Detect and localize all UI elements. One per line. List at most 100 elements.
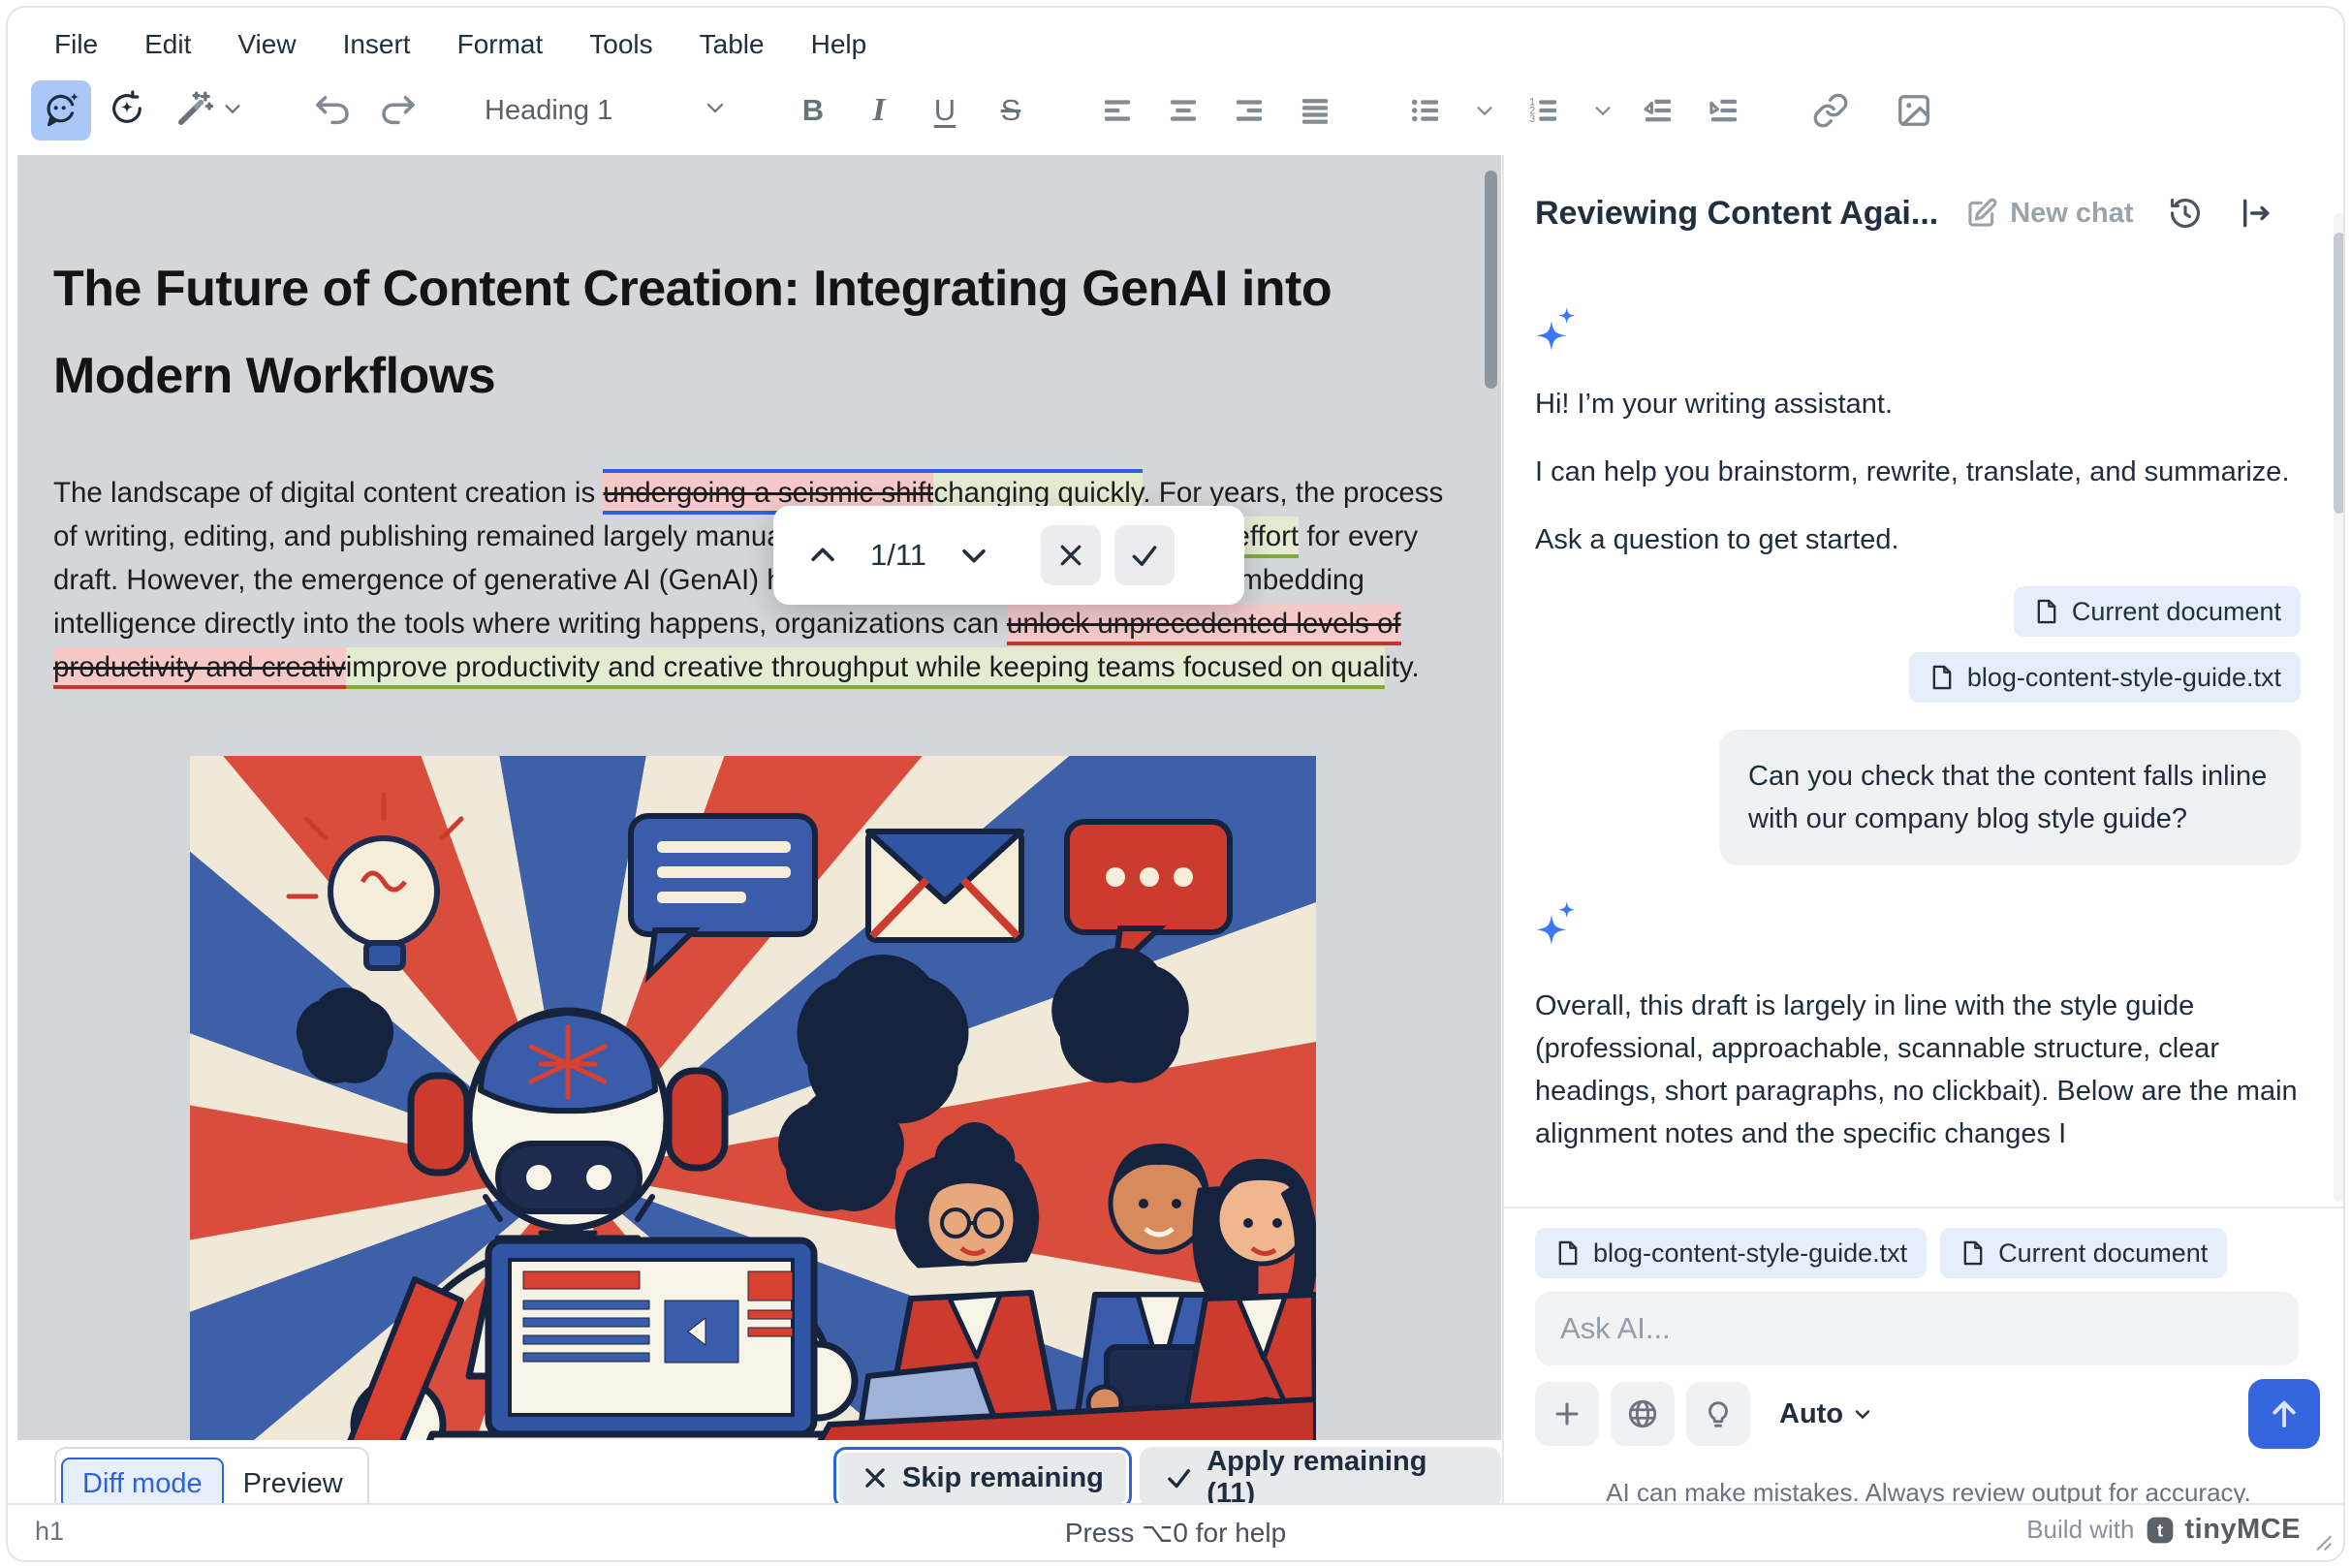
numbered-list-button[interactable]: 123 [1510,80,1578,141]
strikethrough-button[interactable]: S [981,80,1041,141]
suggestions-button[interactable] [1686,1382,1750,1446]
link-icon [1812,92,1849,129]
ai-greeting-line: I can help you brainstorm, rewrite, tran… [1535,451,2301,493]
chat-messages: Hi! I’m your writing assistant.I can hel… [1535,271,2301,1205]
composer-actions: Auto [1535,1379,1874,1449]
next-change-button[interactable] [948,529,1000,581]
editor-scrollbar[interactable] [1485,163,1498,1432]
magic-wand-icon [175,89,214,133]
menu-item-view[interactable]: View [218,23,315,66]
context-chip[interactable]: blog-content-style-guide.txt [1535,1228,1927,1278]
ask-ai-input[interactable] [1535,1292,2299,1365]
send-button[interactable] [2248,1379,2320,1449]
editor-scrollbar-thumb[interactable] [1485,171,1497,389]
ai-review-button[interactable] [97,80,157,141]
context-chip-label: Current document [2072,597,2281,627]
document-icon [1928,664,1956,691]
menu-item-help[interactable]: Help [792,23,887,66]
menu-item-file[interactable]: File [35,23,117,66]
check-icon [1165,1463,1193,1492]
diff-mode-tab[interactable]: Diff mode [61,1458,224,1510]
close-icon [862,1464,889,1491]
align-left-button[interactable] [1087,80,1147,141]
document-image[interactable] [190,756,1316,1440]
chat-scrollbar-thumb[interactable] [2334,233,2345,514]
ai-greeting-line: Ask a question to get started. [1535,518,2301,561]
block-format-select[interactable]: Heading 1 [475,80,737,141]
new-chat-icon [1965,197,1998,230]
bullet-list-options-button[interactable] [1465,80,1504,141]
collapse-panel-button[interactable] [2237,195,2273,232]
document-title[interactable]: The Future of Content Creation: Integrat… [53,245,1352,420]
link-button[interactable] [1801,80,1861,141]
tinymce-brand-label: tinyMCE [2185,1514,2302,1546]
align-left-icon [1099,92,1136,129]
chevron-down-icon [1592,100,1614,121]
preview-tab[interactable]: Preview [224,1459,362,1508]
ai-shortcuts-button[interactable] [163,80,256,141]
ai-response: Overall, this draft is largely in line w… [1535,985,2301,1155]
web-search-button[interactable] [1611,1382,1675,1446]
branding[interactable]: Build with t tinyMCE [2026,1514,2301,1546]
add-attachment-button[interactable] [1535,1382,1599,1446]
status-bar: h1 Press ⌥0 for help Build with t tinyMC… [8,1503,2343,1560]
reject-change-button[interactable] [1041,525,1101,585]
italic-button[interactable]: I [849,80,909,141]
context-chip[interactable]: Current document [2014,586,2301,637]
align-center-icon [1165,92,1202,129]
ai-review-icon [108,89,146,133]
undo-button[interactable] [302,80,362,141]
indent-button[interactable] [1694,80,1754,141]
chat-history-button[interactable] [2167,195,2204,232]
model-mode-select[interactable]: Auto [1779,1398,1874,1430]
strikethrough-icon: S [1001,93,1021,128]
chevron-up-icon [806,539,839,572]
italic-icon: I [872,92,885,129]
outdent-button[interactable] [1628,80,1688,141]
model-mode-value: Auto [1779,1398,1843,1430]
chevron-down-icon [1474,100,1495,121]
chat-scrollbar[interactable] [2334,213,2345,1202]
new-chat-button[interactable]: New chat [1965,197,2133,230]
menu-item-format[interactable]: Format [438,23,563,66]
context-chip-label: Current document [1998,1239,2208,1269]
underline-icon: U [934,93,956,128]
ai-chat-icon [42,89,80,133]
change-counter: 1/11 [862,538,934,573]
plus-icon [1551,1397,1583,1430]
align-center-button[interactable] [1153,80,1213,141]
ai-assistant-button[interactable] [31,80,91,141]
skip-remaining-button[interactable]: Skip remaining [833,1447,1132,1509]
lightbulb-icon [1702,1397,1735,1430]
editor-content-area[interactable]: The Future of Content Creation: Integrat… [17,155,1501,1440]
block-format-value: Heading 1 [485,95,612,127]
menu-item-insert[interactable]: Insert [324,23,430,66]
accept-change-button[interactable] [1114,525,1175,585]
chat-composer: blog-content-style-guide.txt Current docu… [1504,1207,2345,1521]
numbered-list-options-button[interactable] [1583,80,1622,141]
menu-item-table[interactable]: Table [680,23,784,66]
previous-change-button[interactable] [797,529,849,581]
history-icon [2167,195,2204,232]
underline-button[interactable]: U [915,80,975,141]
context-chip[interactable]: blog-content-style-guide.txt [1909,652,2301,703]
menu-item-edit[interactable]: Edit [125,23,210,66]
document-paragraph[interactable]: The landscape of digital content creatio… [53,471,1457,689]
bold-button[interactable]: B [783,80,843,141]
context-chip[interactable]: Current document [1940,1228,2227,1278]
menu-item-tools[interactable]: Tools [570,23,672,66]
menu-bar: FileEditViewInsertFormatToolsTableHelp [35,21,886,68]
apply-remaining-button[interactable]: Apply remaining (11) [1140,1447,1501,1509]
bullet-list-icon [1407,92,1444,129]
resize-grip-icon[interactable] [2308,1527,2334,1552]
insert-image-button[interactable] [1884,80,1944,141]
ai-chat-panel: Reviewing Content Agai... New chat [1504,155,2345,1520]
tinymce-logo-icon: t [2145,1515,2176,1546]
align-justify-button[interactable] [1285,80,1345,141]
bullet-list-button[interactable] [1392,80,1459,141]
redo-button[interactable] [368,80,428,141]
app-window: FileEditViewInsertFormatToolsTableHelp [6,6,2345,1562]
diff-insertion[interactable]: improve productivity and creative throug… [346,647,1385,689]
paragraph-text: The landscape of digital content creatio… [53,477,603,509]
align-right-button[interactable] [1219,80,1279,141]
